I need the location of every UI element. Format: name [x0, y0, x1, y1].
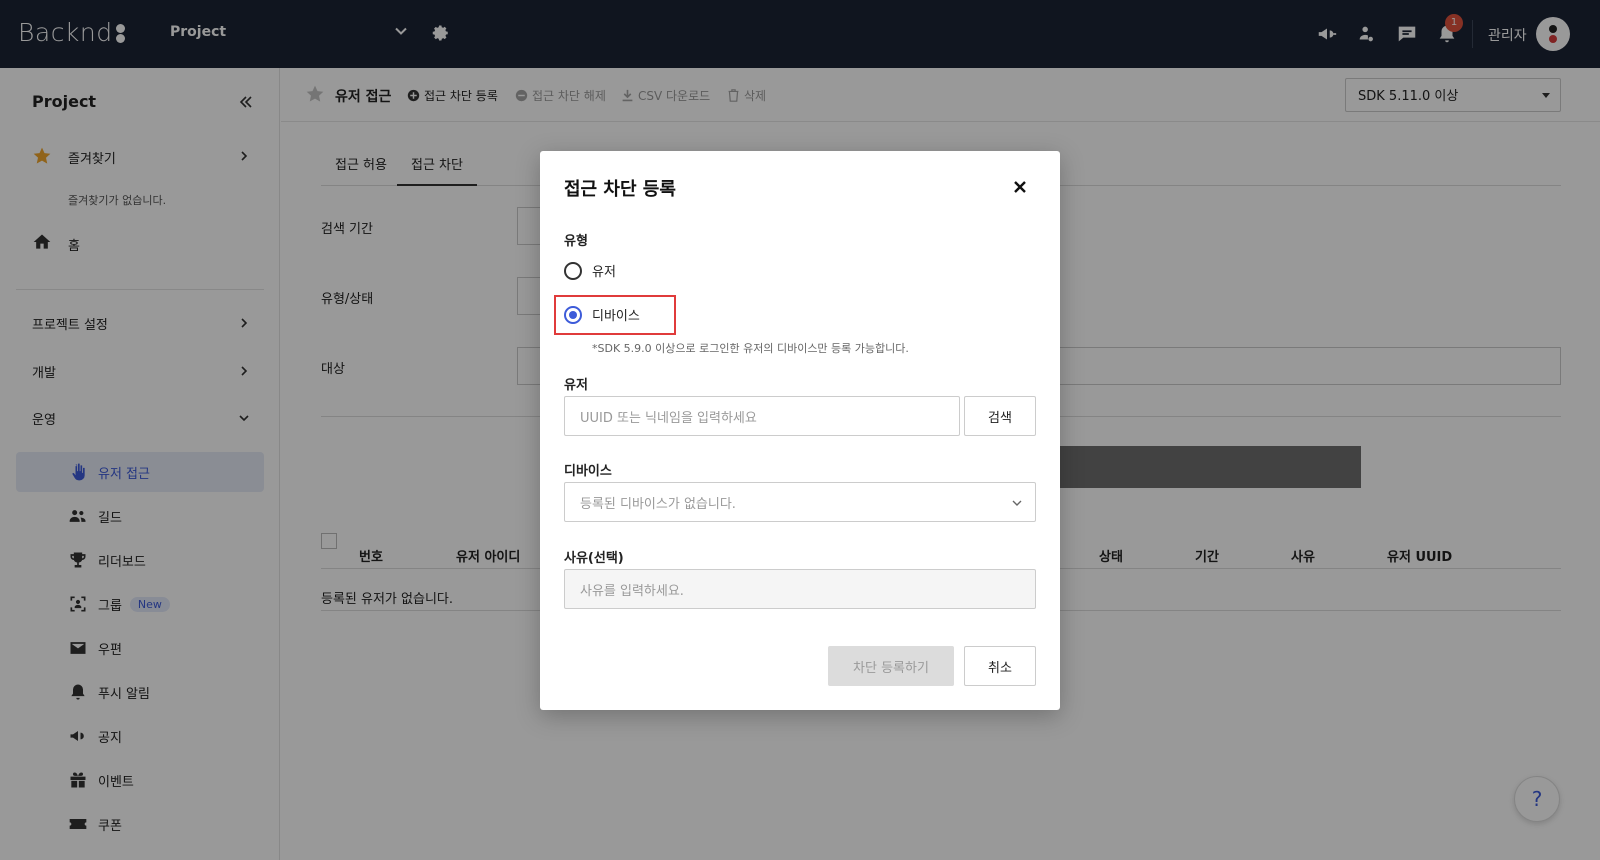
device-hint: *SDK 5.9.0 이상으로 로그인한 유저의 디바이스만 등록 가능합니다.: [592, 342, 909, 355]
modal-title: 접근 차단 등록: [564, 179, 676, 200]
cancel-button[interactable]: 취소: [964, 646, 1036, 686]
device-label: 디바이스: [564, 464, 612, 479]
device-select[interactable]: 등록된 디바이스가 없습니다.: [564, 482, 1036, 522]
user-label: 유저: [564, 378, 588, 393]
type-label: 유형: [564, 234, 588, 249]
user-search-input[interactable]: UUID 또는 닉네임을 입력하세요: [564, 396, 960, 436]
close-icon[interactable]: [1012, 179, 1028, 195]
radio-device[interactable]: 디바이스: [564, 305, 640, 324]
chevron-down-icon: [1012, 500, 1022, 506]
submit-block-button[interactable]: 차단 등록하기: [828, 646, 954, 686]
user-search-button[interactable]: 검색: [964, 396, 1036, 436]
block-register-modal: 접근 차단 등록 유형 유저 디바이스 *SDK 5.9.0 이상으로 로그인한…: [540, 151, 1060, 710]
reason-input[interactable]: 사유를 입력하세요.: [564, 569, 1036, 609]
radio-user[interactable]: 유저: [564, 261, 616, 280]
radio-button[interactable]: [564, 261, 582, 280]
reason-label: 사유(선택): [564, 551, 624, 566]
radio-button-checked[interactable]: [564, 305, 582, 324]
